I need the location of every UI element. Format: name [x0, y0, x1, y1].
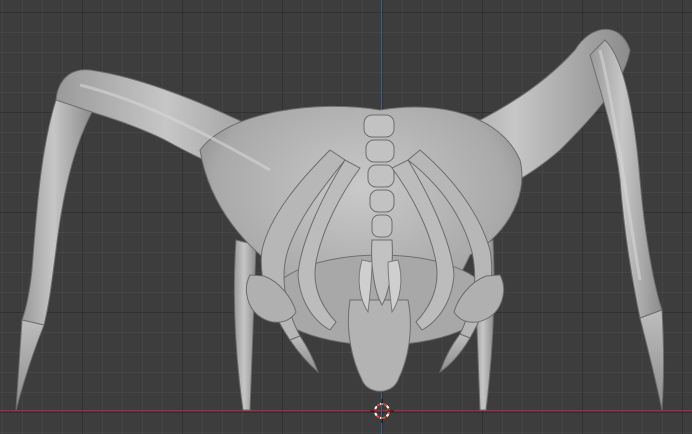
- right-leg-claw: [639, 309, 664, 411]
- head-snout: [347, 299, 411, 392]
- inner-leg-left: [233, 239, 257, 411]
- 3d-viewport[interactable]: [0, 0, 692, 434]
- 3d-cursor-icon: [370, 399, 394, 423]
- right-arm-claw: [439, 333, 471, 374]
- left-leg-claw: [15, 319, 45, 411]
- creature-mesh[interactable]: [0, 0, 692, 434]
- right-leg-lower: [589, 39, 663, 319]
- left-arm-claw: [289, 335, 320, 374]
- left-leg-lower: [21, 99, 93, 326]
